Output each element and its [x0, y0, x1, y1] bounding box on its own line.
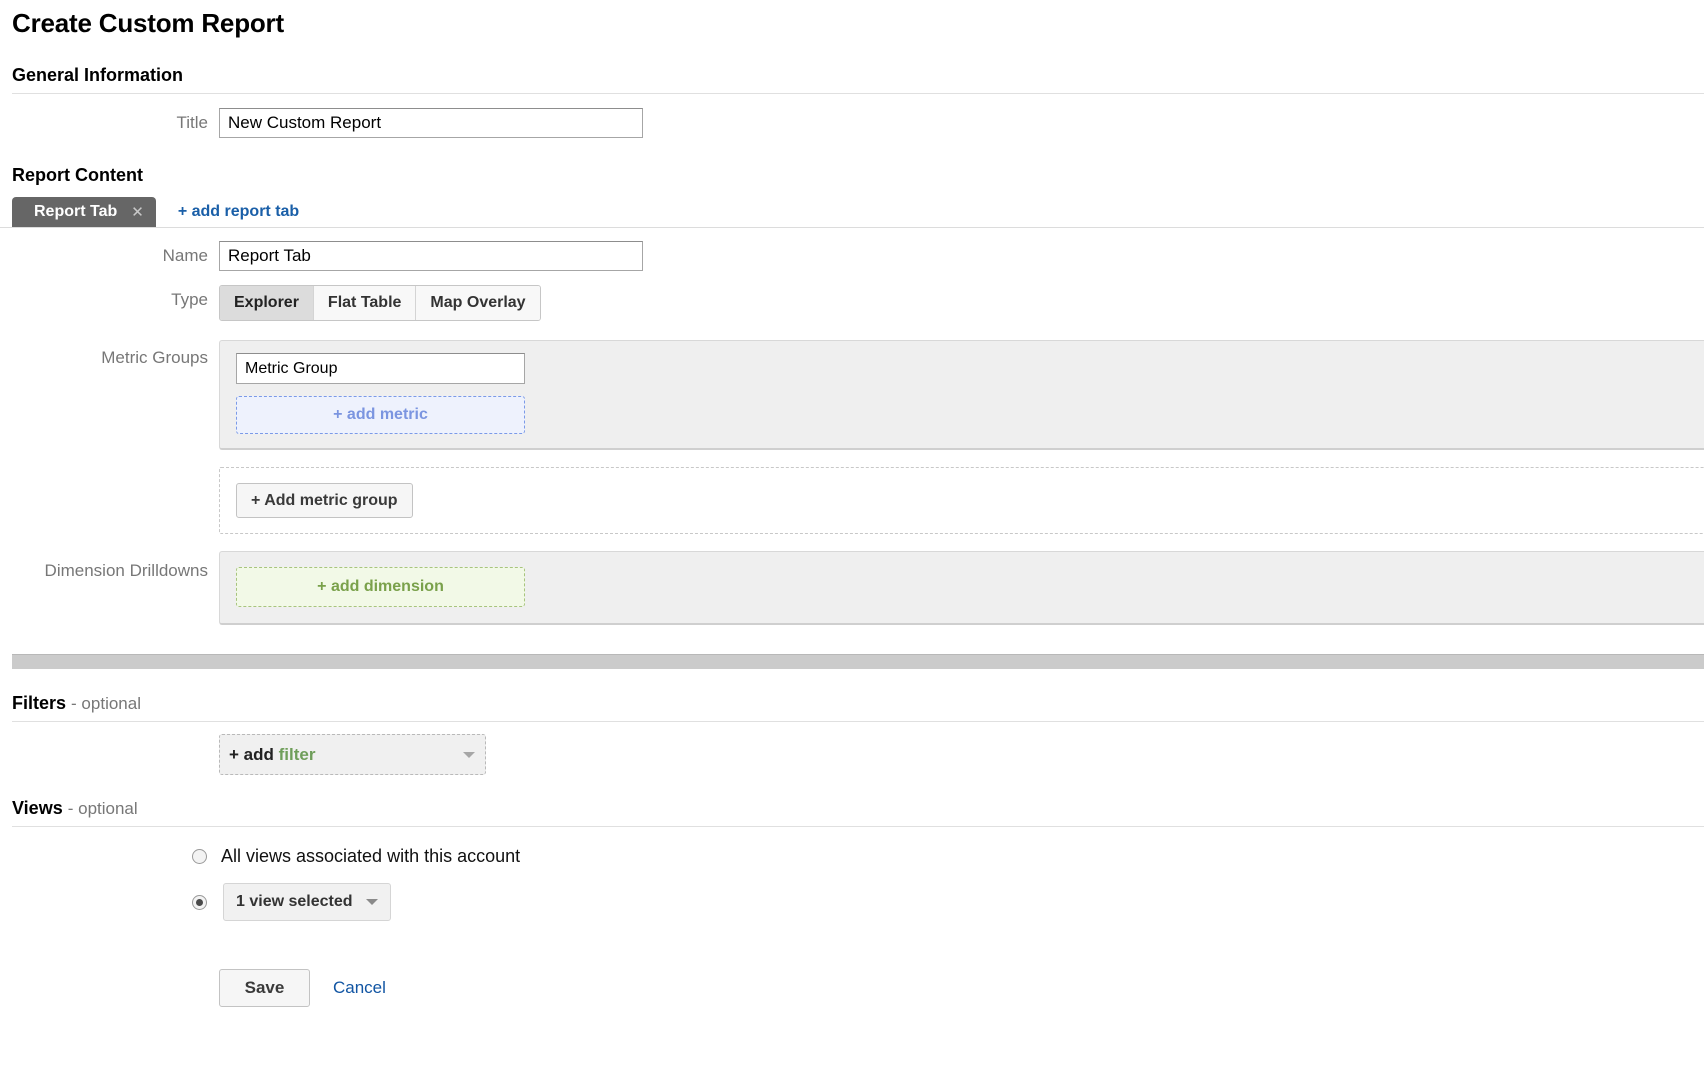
add-dimension-button[interactable]: + add dimension: [236, 567, 525, 607]
report-tab-chip-label: Report Tab: [34, 203, 117, 221]
horizontal-scrollbar[interactable]: [12, 654, 1704, 669]
type-label: Type: [0, 285, 219, 315]
view-select-dropdown[interactable]: 1 view selected: [223, 883, 391, 921]
close-icon[interactable]: ✕: [131, 205, 144, 220]
create-custom-report-page: Create Custom Report General Information…: [0, 0, 1704, 1007]
type-option-map-overlay[interactable]: Map Overlay: [416, 286, 539, 320]
views-option-selected-row[interactable]: 1 view selected: [0, 883, 1704, 921]
add-filter-word: filter: [279, 745, 316, 764]
chevron-down-icon: [463, 752, 475, 758]
cancel-link[interactable]: Cancel: [333, 978, 386, 998]
type-option-flat-table[interactable]: Flat Table: [314, 286, 417, 320]
type-segmented-control: Explorer Flat Table Map Overlay: [219, 285, 541, 321]
section-divider: [12, 93, 1704, 94]
radio-all-views[interactable]: [192, 849, 207, 864]
metric-groups-label: Metric Groups: [0, 340, 219, 376]
dimension-drilldowns-label: Dimension Drilldowns: [0, 551, 219, 591]
view-select-label: 1 view selected: [236, 893, 353, 911]
metric-group-name-input[interactable]: [236, 353, 525, 384]
add-filter-dropdown[interactable]: + add filter: [219, 734, 486, 775]
views-option-all-row[interactable]: All views associated with this account: [0, 846, 1704, 867]
filters-optional-suffix: - optional: [71, 694, 141, 713]
add-filter-label: + add filter: [229, 745, 315, 765]
dimension-drilldown-panel: + add dimension: [219, 551, 1704, 625]
report-content-heading: Report Content: [0, 165, 1704, 186]
filters-heading: Filters - optional: [0, 693, 1704, 714]
page-title: Create Custom Report: [0, 0, 1704, 39]
report-tab-strip: Report Tab ✕ + add report tab: [0, 194, 1704, 228]
views-optional-suffix: - optional: [68, 799, 138, 818]
chevron-down-icon: [366, 899, 378, 905]
title-input[interactable]: [219, 108, 643, 138]
actions-row: Save Cancel: [0, 969, 1704, 1007]
add-filter-row: + add filter: [0, 734, 1704, 775]
save-button[interactable]: Save: [219, 969, 310, 1007]
metric-group-panel: + add metric: [219, 340, 1704, 450]
tab-name-input[interactable]: [219, 241, 643, 271]
views-heading: Views - optional: [0, 798, 1704, 819]
tab-name-row: Name: [0, 241, 1704, 271]
title-label: Title: [0, 108, 219, 138]
add-metric-group-button[interactable]: + Add metric group: [236, 483, 413, 518]
views-heading-text: Views: [12, 798, 63, 818]
metric-groups-row: Metric Groups + add metric: [0, 340, 1704, 450]
radio-selected-views[interactable]: [192, 895, 207, 910]
radio-all-views-label: All views associated with this account: [221, 846, 520, 867]
report-tab-chip[interactable]: Report Tab ✕: [12, 197, 156, 227]
scrollbar-thumb[interactable]: [12, 655, 1704, 669]
general-information-heading: General Information: [0, 65, 1704, 86]
add-metric-button[interactable]: + add metric: [236, 396, 525, 434]
title-row: Title: [0, 108, 1704, 138]
section-divider: [12, 721, 1704, 722]
filters-heading-text: Filters: [12, 693, 66, 713]
add-metric-group-panel: + Add metric group: [219, 467, 1704, 534]
tab-name-label: Name: [0, 241, 219, 271]
type-option-explorer[interactable]: Explorer: [220, 286, 314, 320]
add-metric-group-row: + Add metric group: [0, 467, 1704, 534]
dimension-drilldowns-row: Dimension Drilldowns + add dimension: [0, 551, 1704, 625]
section-divider: [12, 826, 1704, 827]
add-filter-prefix: + add: [229, 745, 279, 764]
add-report-tab-link[interactable]: + add report tab: [178, 203, 299, 221]
type-row: Type Explorer Flat Table Map Overlay: [0, 285, 1704, 321]
